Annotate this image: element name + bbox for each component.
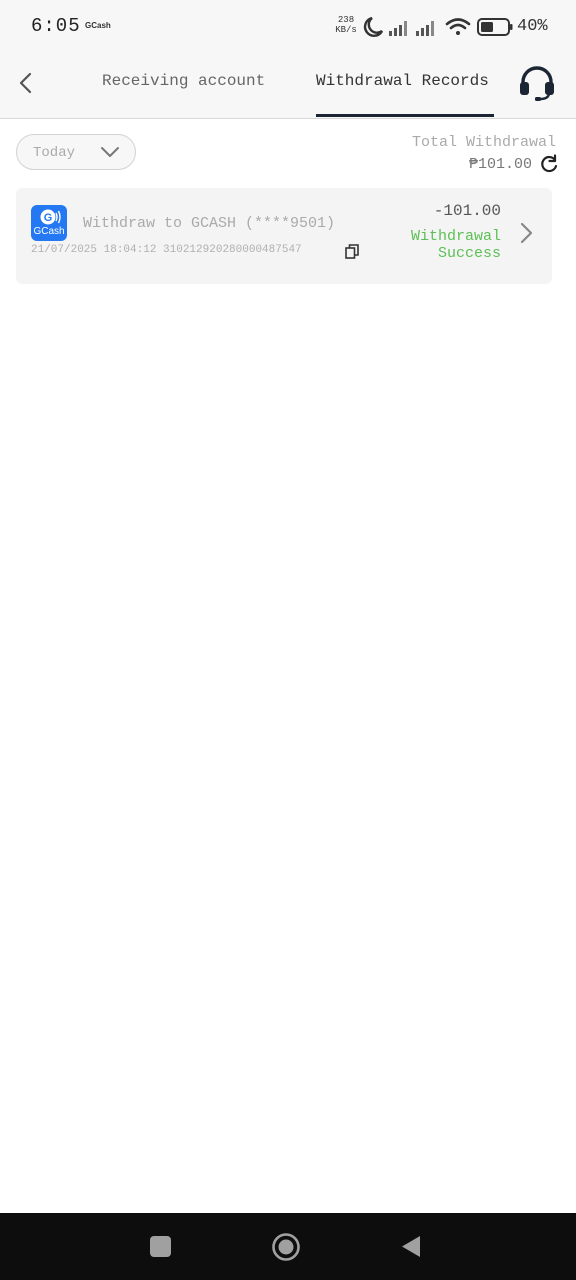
svg-text:G: G <box>44 212 53 224</box>
customer-support-button[interactable] <box>518 66 556 102</box>
gcash-logo: G GCash <box>31 205 67 241</box>
network-speed-value: 238 <box>337 15 355 25</box>
gcash-g-icon: G <box>40 209 61 225</box>
header-bar: Receiving account Withdrawal Records <box>0 52 576 119</box>
record-meta: 21/07/2025 18:04:12 31021292028000048754… <box>31 244 302 256</box>
back-nav-button[interactable] <box>400 1234 422 1259</box>
tab-receiving-account[interactable]: Receiving account <box>102 72 265 90</box>
status-notification-label: GCash <box>85 21 111 30</box>
headset-icon <box>520 66 554 101</box>
signal-icon <box>389 21 407 36</box>
status-bar: 6:05 GCash 238 KB/s 40% <box>0 0 576 52</box>
record-date: 21/07/2025 18:04:12 <box>31 244 157 256</box>
recent-apps-button[interactable] <box>150 1236 171 1257</box>
battery-percent: 40% <box>517 17 548 36</box>
date-filter-dropdown[interactable]: Today <box>16 134 136 170</box>
date-filter-label: Today <box>33 145 76 161</box>
refresh-icon[interactable] <box>539 154 559 174</box>
gcash-logo-text: GCash <box>33 226 65 237</box>
record-amount: -101.00 <box>433 202 501 220</box>
total-withdrawal-amount: ₱101.00 <box>468 156 532 173</box>
active-tab-indicator <box>316 114 494 117</box>
record-title: Withdraw to GCASH (****9501) <box>83 215 336 232</box>
signal-icon <box>416 21 434 36</box>
home-circle-icon <box>272 1233 300 1261</box>
status-time: 6:05 <box>31 15 81 37</box>
withdrawal-record-item[interactable]: G GCash Withdraw to GCASH (****9501) 21/… <box>16 188 552 284</box>
copy-icon[interactable] <box>345 244 359 259</box>
back-button[interactable] <box>12 68 40 98</box>
total-withdrawal-label: Total Withdrawal <box>411 134 556 151</box>
status-icons <box>363 16 513 37</box>
chevron-down-icon <box>101 147 119 157</box>
chevron-right-icon <box>520 222 533 244</box>
system-nav-bar <box>0 1213 576 1280</box>
chevron-left-icon <box>19 72 32 94</box>
battery-icon <box>477 18 513 36</box>
network-speed-unit: KB/s <box>335 25 357 35</box>
record-reference: 310212920280000487547 <box>163 244 302 256</box>
network-speed: 238 KB/s <box>333 15 359 35</box>
home-button[interactable] <box>271 1232 301 1262</box>
wifi-icon <box>445 18 471 35</box>
tab-withdrawal-records[interactable]: Withdrawal Records <box>316 72 489 90</box>
back-triangle-icon <box>402 1236 420 1257</box>
moon-icon <box>363 16 384 37</box>
record-status: Withdrawal Success <box>410 228 501 262</box>
